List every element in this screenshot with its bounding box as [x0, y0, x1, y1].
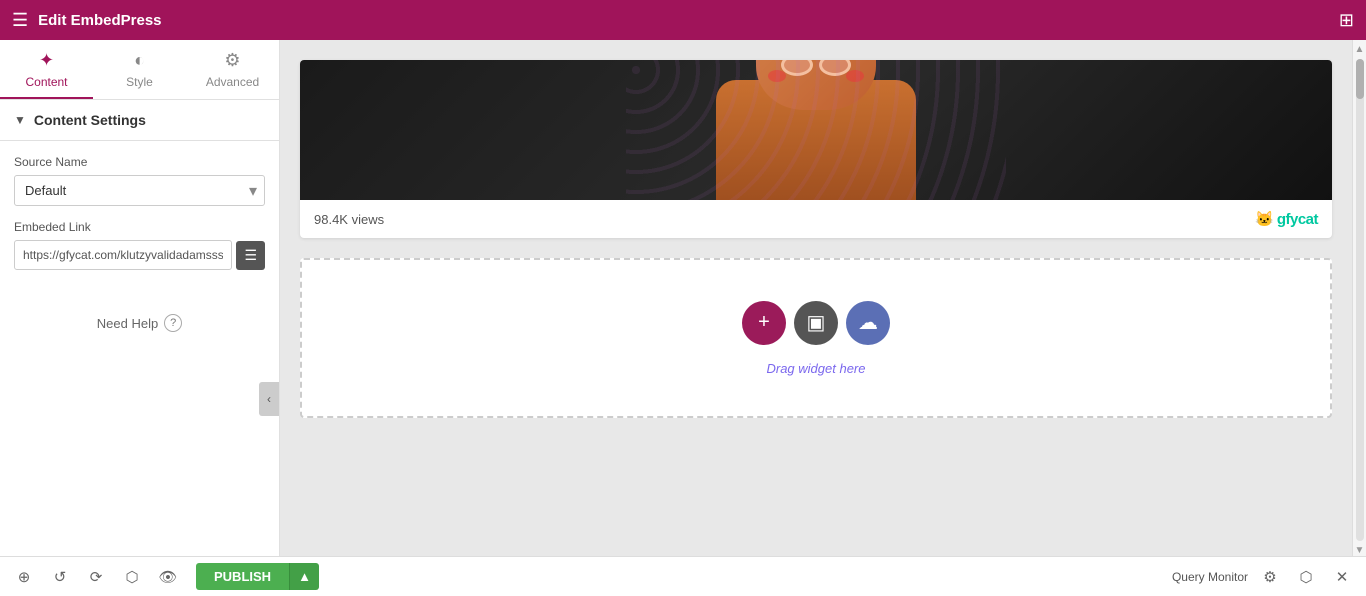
embed-link-button[interactable]: ☰: [236, 241, 265, 270]
undo-icon[interactable]: ↺: [46, 563, 74, 591]
hamburger-icon[interactable]: ☰: [12, 10, 28, 31]
top-bar: ☰ Edit EmbedPress ⊞: [0, 0, 1366, 40]
tab-style[interactable]: ◐ Style: [93, 40, 186, 99]
tab-advanced[interactable]: ⚙ Advanced: [186, 40, 279, 99]
tab-content[interactable]: ✦ Content: [0, 40, 93, 99]
embed-link-group: Embeded Link https://gfycat.com/klutzyva…: [14, 220, 265, 270]
advanced-tab-label: Advanced: [206, 75, 259, 89]
scrollbar-track[interactable]: [1356, 59, 1364, 541]
preview-icon[interactable]: 👁: [154, 563, 182, 591]
embed-link-row: https://gfycat.com/klutzyvalidadamssst ☰: [14, 240, 265, 270]
query-monitor-label: Query Monitor: [1172, 570, 1248, 584]
content-tab-icon: ✦: [39, 50, 54, 71]
content-tab-label: Content: [25, 75, 67, 89]
style-tab-label: Style: [126, 75, 153, 89]
embed-footer: 98.4K views 🐱 gfycat: [300, 200, 1332, 238]
source-name-label: Source Name: [14, 155, 265, 169]
style-tab-icon: ◐: [134, 50, 145, 71]
drag-text-before: Drag: [766, 361, 798, 376]
main-layout: ✦ Content ◐ Style ⚙ Advanced ▼ Content S…: [0, 40, 1366, 556]
list-icon: ☰: [244, 247, 257, 264]
gfycat-logo: 🐱 gfycat: [1255, 210, 1318, 228]
source-name-select-wrapper: Default Custom ▾: [14, 175, 265, 206]
cloud-icon: ☁: [858, 310, 878, 335]
layers-icon[interactable]: ⊕: [10, 563, 38, 591]
publish-dropdown-button[interactable]: ▲: [289, 563, 319, 590]
settings-icon[interactable]: ⚙: [1256, 563, 1284, 591]
expand-icon[interactable]: ⬡: [1292, 563, 1320, 591]
form-section: Source Name Default Custom ▾ Embeded Lin…: [0, 141, 279, 298]
sidebar: ✦ Content ◐ Style ⚙ Advanced ▼ Content S…: [0, 40, 280, 556]
publish-button[interactable]: PUBLISH: [196, 563, 289, 590]
drag-text-after: here: [836, 361, 866, 376]
chevron-left-icon: ‹: [267, 392, 271, 406]
scrollbar-thumb[interactable]: [1356, 59, 1364, 99]
embed-link-input[interactable]: https://gfycat.com/klutzyvalidadamssst: [14, 240, 232, 270]
app-title: Edit EmbedPress: [38, 12, 161, 29]
content-settings-title: Content Settings: [34, 112, 146, 128]
widget-highlight: widget: [798, 361, 836, 376]
scroll-down-arrow[interactable]: ▼: [1355, 545, 1365, 556]
canvas-area: 98.4K views 🐱 gfycat + ▣ ☁ Drag widget h…: [280, 40, 1352, 556]
drop-zone-buttons: + ▣ ☁: [742, 301, 890, 345]
help-icon: ?: [164, 314, 182, 332]
embed-link-label: Embeded Link: [14, 220, 265, 234]
need-help[interactable]: Need Help ?: [0, 298, 279, 348]
drop-text: Drag widget here: [766, 361, 865, 376]
grid-icon[interactable]: ⊞: [1339, 10, 1354, 31]
collapse-sidebar-button[interactable]: ‹: [259, 382, 279, 416]
bottom-right: Query Monitor ⚙ ⬡ ✕: [1172, 563, 1356, 591]
responsive-icon[interactable]: ⬡: [118, 563, 146, 591]
publish-group: PUBLISH ▲: [196, 563, 319, 590]
view-count: 98.4K views: [314, 212, 384, 227]
folder-icon: ▣: [807, 310, 826, 335]
embed-media: [300, 60, 1332, 200]
embed-card: 98.4K views 🐱 gfycat: [300, 60, 1332, 238]
content-settings-header[interactable]: ▼ Content Settings: [0, 100, 279, 141]
need-help-label: Need Help: [97, 316, 158, 331]
add-widget-button[interactable]: +: [742, 301, 786, 345]
redo-icon[interactable]: ⟳: [82, 563, 110, 591]
source-name-select[interactable]: Default Custom: [14, 175, 265, 206]
scroll-up-arrow[interactable]: ▲: [1355, 44, 1365, 55]
plus-icon: +: [758, 311, 770, 334]
folder-button[interactable]: ▣: [794, 301, 838, 345]
right-scrollbar: ▲ ▼: [1352, 40, 1366, 556]
close-icon[interactable]: ✕: [1328, 563, 1356, 591]
tab-bar: ✦ Content ◐ Style ⚙ Advanced: [0, 40, 279, 100]
drop-zone: + ▣ ☁ Drag widget here: [300, 258, 1332, 418]
source-name-group: Source Name Default Custom ▾: [14, 155, 265, 206]
chevron-down-icon: ▼: [14, 113, 26, 127]
bottom-bar: ⊕ ↺ ⟳ ⬡ 👁 PUBLISH ▲ Query Monitor ⚙ ⬡ ✕: [0, 556, 1366, 596]
cloud-button[interactable]: ☁: [846, 301, 890, 345]
advanced-tab-icon: ⚙: [224, 50, 240, 71]
